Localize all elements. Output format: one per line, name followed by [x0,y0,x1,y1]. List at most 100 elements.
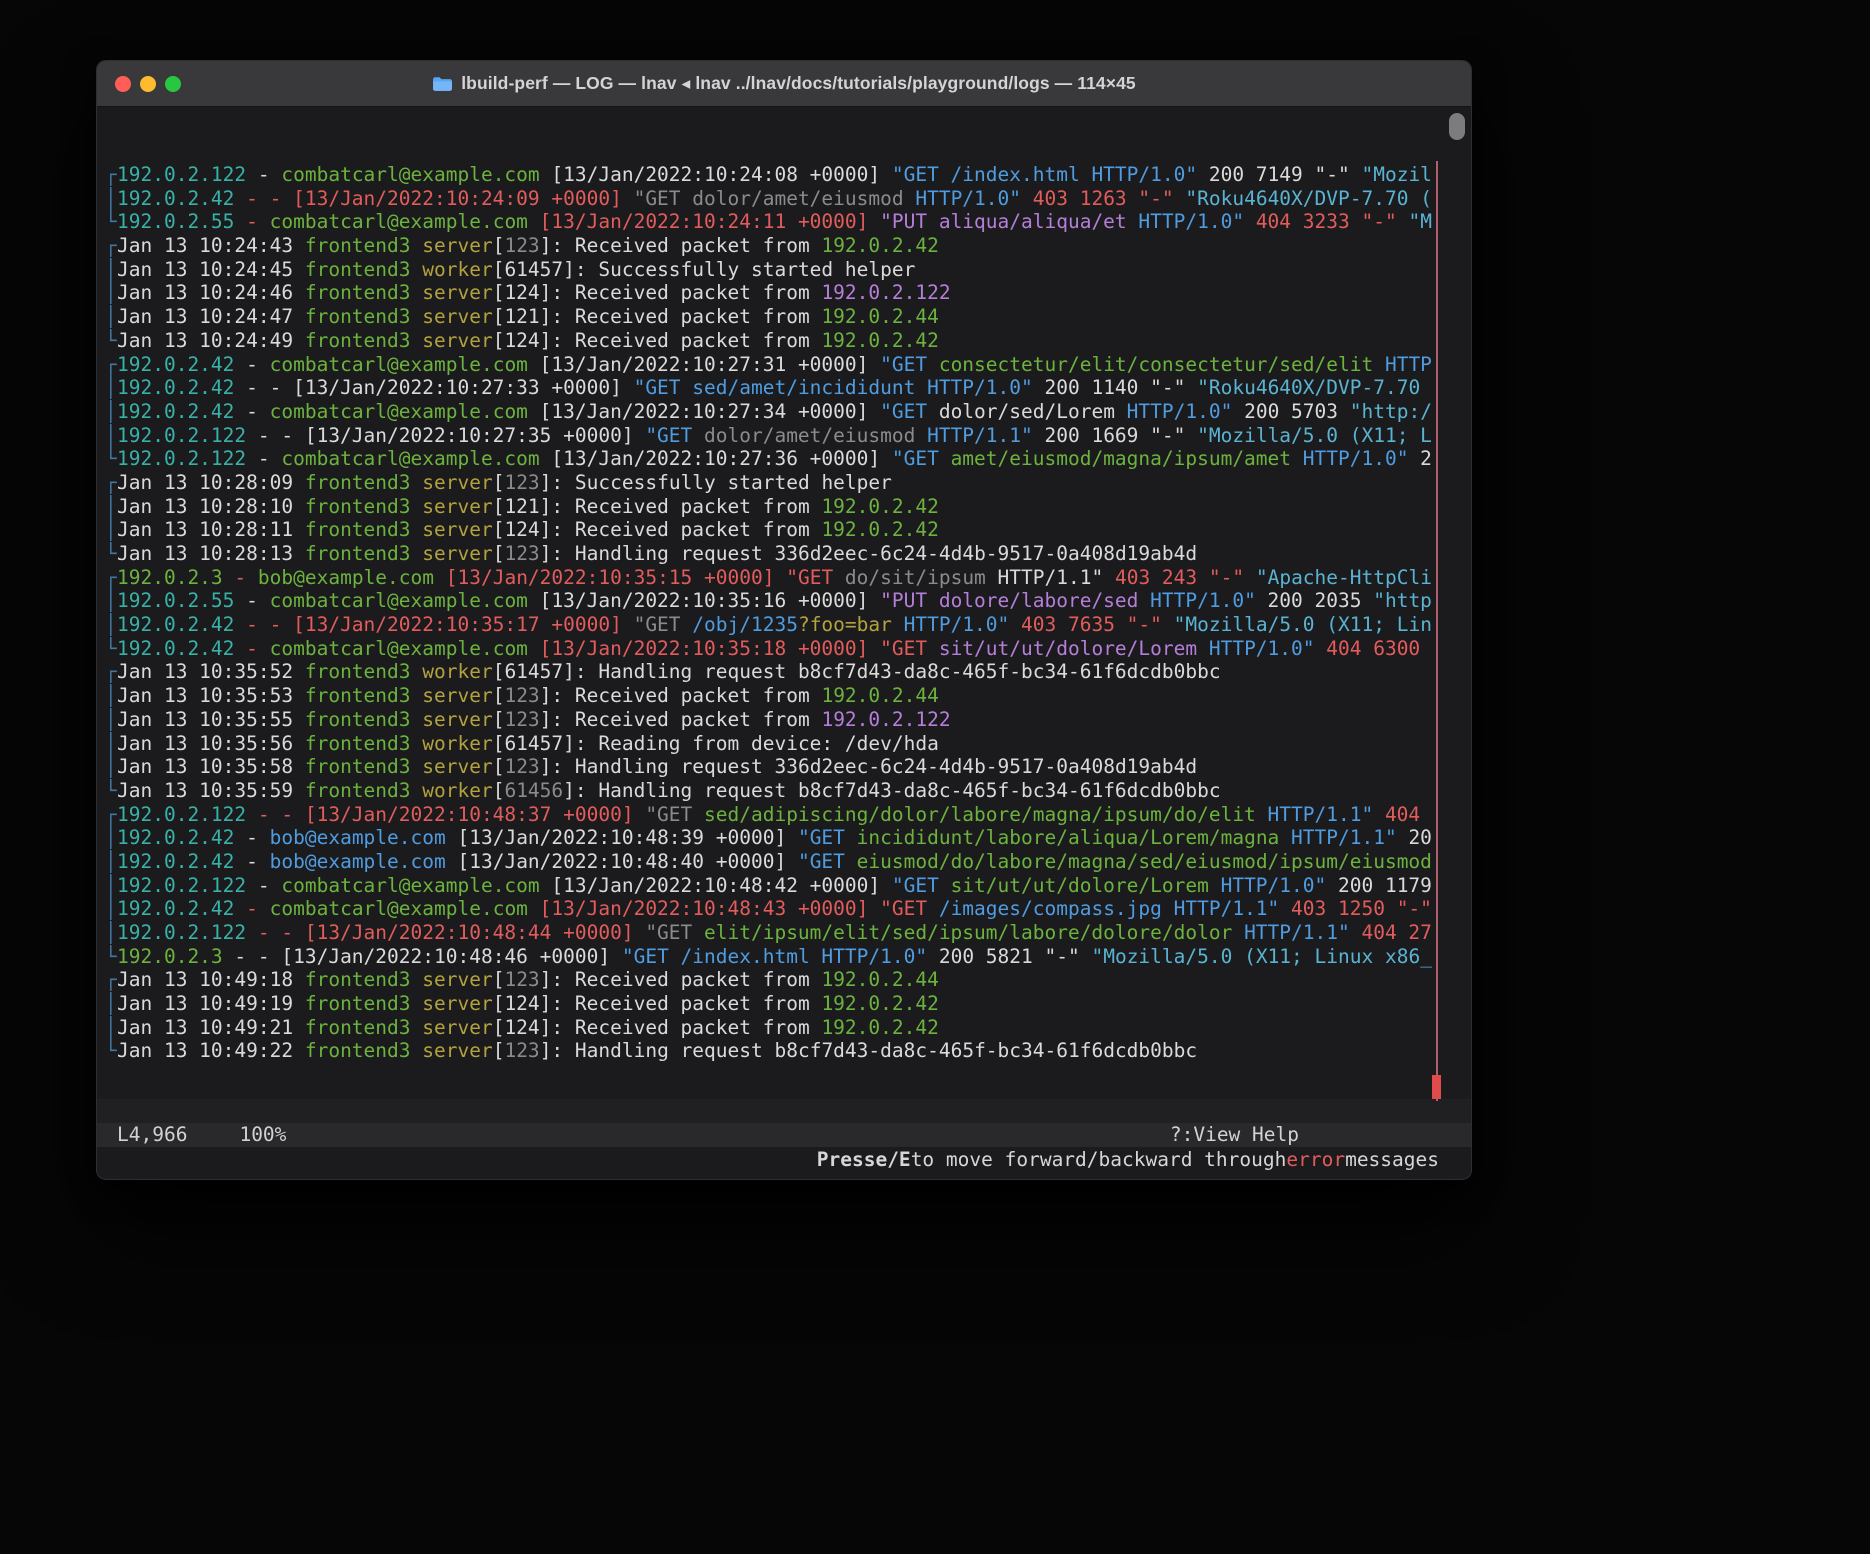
log-line[interactable]: │192.0.2.42 - bob@example.com [13/Jan/20… [97,850,1471,874]
log-token: 200 7149 "-" [1197,163,1361,186]
log-token: ]: Handling request 336d2eec-6c24-4d4b-9… [540,542,1197,565]
log-token: 192.0.2.122 [117,447,246,470]
window-titlebar[interactable]: lbuild-perf — LOG — lnav ◂ lnav ../lnav/… [97,61,1471,107]
log-token: "GET dolor/amet/eiusmod [634,187,916,210]
log-line[interactable]: └192.0.2.42 - combatcarl@example.com [13… [97,637,1471,661]
log-line[interactable]: │Jan 13 10:24:45 frontend3 worker[61457]… [97,258,1471,282]
log-token: bob@example.com [258,566,434,589]
log-token: frontend3 [305,281,422,304]
log-token: ]: Handling request b8cf7d43-da8c-465f-b… [563,779,1220,802]
log-line[interactable]: │192.0.2.42 - combatcarl@example.com [13… [97,897,1471,921]
log-token: Jan 13 10:24:49 [117,329,305,352]
group-marker: └ [105,1039,117,1063]
zoom-button[interactable] [165,76,181,92]
log-token: [13/Jan/2022:10:48:40 +0000] [446,850,798,873]
view-help-hint[interactable]: ?:View Help [1170,1123,1299,1147]
log-token: server [422,684,492,707]
scroll-percent: 100% [239,1123,286,1147]
log-token: Jan 13 10:49:22 [117,1039,305,1062]
log-line[interactable]: │192.0.2.122 - combatcarl@example.com [1… [97,874,1471,898]
lnav-terminal[interactable]: 2022-09-01T14:09:34 PDT LOG⟩2022-01-13T1… [97,107,1471,1179]
folder-icon [432,75,453,92]
group-marker: └ [105,637,117,661]
log-token: server [422,708,492,731]
log-line[interactable]: ┌Jan 13 10:28:09 frontend3 server[123]: … [97,471,1471,495]
group-marker: │ [105,921,117,945]
log-token: HTTP/1.0" [1115,400,1232,423]
log-line[interactable]: ┌Jan 13 10:35:52 frontend3 worker[61457]… [97,660,1471,684]
log-line[interactable]: │192.0.2.42 - bob@example.com [13/Jan/20… [97,826,1471,850]
group-marker: └ [105,779,117,803]
macos-scrollbar-thumb[interactable] [1449,113,1465,140]
log-token: Jan 13 10:24:47 [117,305,305,328]
log-token: 192.0.2.55 [117,210,234,233]
log-line[interactable]: │192.0.2.42 - combatcarl@example.com [13… [97,400,1471,424]
log-line[interactable]: │192.0.2.42 - - [13/Jan/2022:10:35:17 +0… [97,613,1471,637]
log-token: 192.0.2.42 [117,400,234,423]
log-line[interactable]: │192.0.2.42 - - [13/Jan/2022:10:24:09 +0… [97,187,1471,211]
log-token: 123 [504,542,539,565]
log-line[interactable]: └192.0.2.55 - combatcarl@example.com [13… [97,210,1471,234]
log-line[interactable]: │192.0.2.122 - - [13/Jan/2022:10:27:35 +… [97,424,1471,448]
log-token: - - [13/Jan/2022:10:24:09 +0000] [234,187,633,210]
log-line[interactable]: │Jan 13 10:35:56 frontend3 worker[61457]… [97,732,1471,756]
log-view[interactable]: ┌192.0.2.122 - combatcarl@example.com [1… [97,163,1471,1063]
log-line[interactable]: │Jan 13 10:24:47 frontend3 server[121]: … [97,305,1471,329]
group-marker: │ [105,684,117,708]
error-scroll-rail [1436,161,1438,1101]
log-line[interactable]: └Jan 13 10:24:49 frontend3 server[124]: … [97,329,1471,353]
log-token: [13/Jan/2022:10:27:36 +0000] [540,447,892,470]
log-token: Jan 13 10:49:18 [117,968,305,991]
log-token: "GET [798,826,857,849]
log-line[interactable]: │Jan 13 10:28:10 frontend3 server[121]: … [97,495,1471,519]
log-line[interactable]: └192.0.2.3 - - [13/Jan/2022:10:48:46 +00… [97,945,1471,969]
log-line[interactable]: └Jan 13 10:49:22 frontend3 server[123]: … [97,1039,1471,1063]
log-line[interactable]: ┌Jan 13 10:24:43 frontend3 server[123]: … [97,234,1471,258]
error-scroll-thumb[interactable] [1432,1075,1441,1099]
log-token: 192.0.2.122 [117,874,246,897]
log-token: [13/Jan/2022:10:35:18 +0000] [528,637,880,660]
log-token: combatcarl@example.com [270,353,528,376]
log-line[interactable]: │Jan 13 10:49:21 frontend3 server[124]: … [97,1016,1471,1040]
log-token: "http:/ [1350,400,1432,423]
log-line[interactable]: ┌192.0.2.122 - - [13/Jan/2022:10:48:37 +… [97,803,1471,827]
log-token: 403 1250 "-" [1279,897,1432,920]
log-line[interactable]: ┌Jan 13 10:49:18 frontend3 server[123]: … [97,968,1471,992]
log-token: Jan 13 10:24:43 [117,234,305,257]
log-token: HTTP/1.0" [1209,874,1326,897]
group-marker: ┌ [105,968,117,992]
log-line[interactable]: │192.0.2.122 - - [13/Jan/2022:10:48:44 +… [97,921,1471,945]
terminal-window: lbuild-perf — LOG — lnav ◂ lnav ../lnav/… [96,60,1472,1180]
log-token: 123 [504,471,539,494]
log-line[interactable]: │Jan 13 10:28:11 frontend3 server[124]: … [97,518,1471,542]
log-token: 192.0.2.42 [117,897,234,920]
log-line[interactable]: └Jan 13 10:35:59 frontend3 worker[61456]… [97,779,1471,803]
close-button[interactable] [115,76,131,92]
log-token: 192.0.2.55 [117,589,234,612]
log-token: [ [493,779,505,802]
log-line[interactable]: │192.0.2.42 - - [13/Jan/2022:10:27:33 +0… [97,376,1471,400]
log-line[interactable]: └Jan 13 10:28:13 frontend3 server[123]: … [97,542,1471,566]
log-token: frontend3 [305,471,422,494]
group-marker: │ [105,400,117,424]
log-token: combatcarl@example.com [270,400,528,423]
log-token: - - [13/Jan/2022:10:27:33 +0000] [234,376,633,399]
log-token: [13/Jan/2022:10:48:42 +0000] [540,874,892,897]
group-marker: │ [105,826,117,850]
minimize-button[interactable] [140,76,156,92]
log-token: - - [13/Jan/2022:10:48:37 +0000] [246,803,645,826]
log-line[interactable]: │192.0.2.55 - combatcarl@example.com [13… [97,589,1471,613]
log-token: frontend3 [305,542,422,565]
log-token: ]: Received packet from [540,708,822,731]
log-line[interactable]: ┌192.0.2.42 - combatcarl@example.com [13… [97,353,1471,377]
log-line[interactable]: │Jan 13 10:49:19 frontend3 server[124]: … [97,992,1471,1016]
log-line[interactable]: │Jan 13 10:35:58 frontend3 server[123]: … [97,755,1471,779]
log-line[interactable]: │Jan 13 10:35:53 frontend3 server[123]: … [97,684,1471,708]
log-line[interactable]: ┌192.0.2.3 - bob@example.com [13/Jan/202… [97,566,1471,590]
log-line[interactable]: │Jan 13 10:35:55 frontend3 server[123]: … [97,708,1471,732]
log-line[interactable]: │Jan 13 10:24:46 frontend3 server[124]: … [97,281,1471,305]
log-line[interactable]: ┌192.0.2.122 - combatcarl@example.com [1… [97,163,1471,187]
log-token: 123 [504,708,539,731]
log-token: 192.0.2.122 [117,424,246,447]
log-line[interactable]: └192.0.2.122 - combatcarl@example.com [1… [97,447,1471,471]
